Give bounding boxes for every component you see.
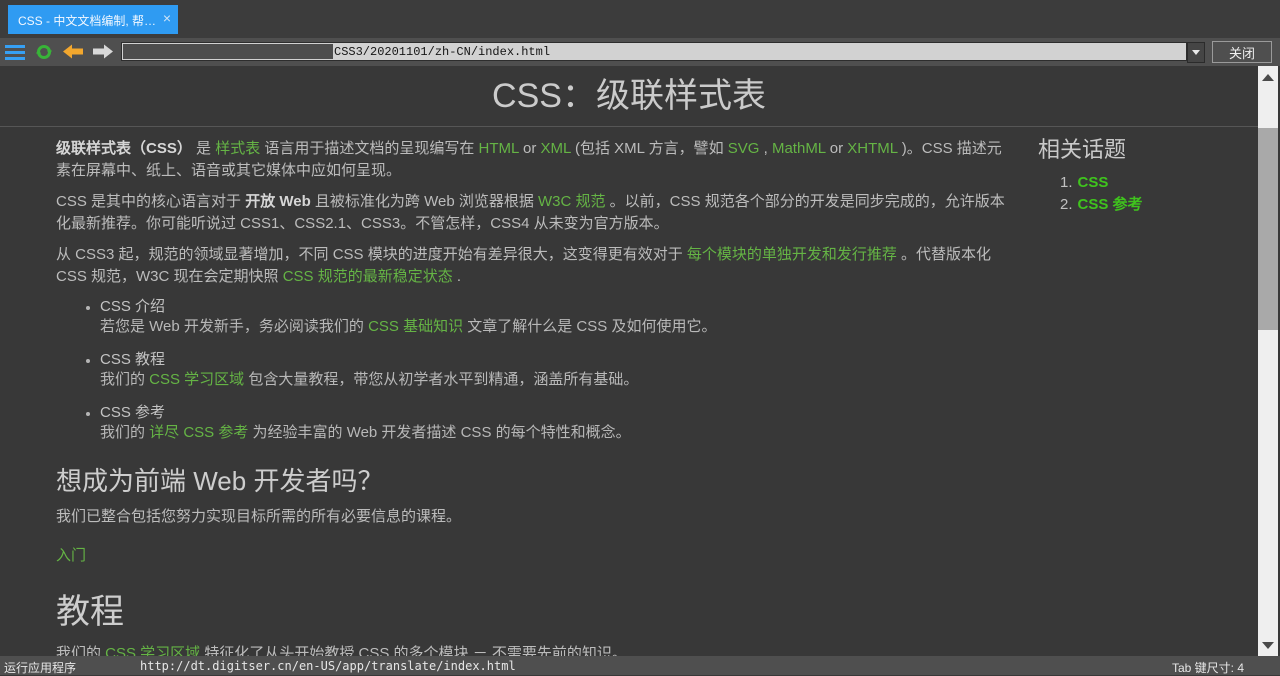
- list-number: 1.: [1060, 174, 1073, 191]
- list-item: CSS 参考 我们的 详尽 CSS 参考 为经验丰富的 Web 开发者描述 CS…: [100, 403, 1011, 443]
- tab-bar: CSS - 中文文档编制, 帮… ×: [0, 0, 1280, 38]
- related-topic-link[interactable]: 1. CSS: [1060, 173, 1208, 193]
- inline-link[interactable]: HTML: [479, 140, 519, 157]
- scrollbar-thumb[interactable]: [1258, 128, 1278, 330]
- scroll-up-icon[interactable]: [1262, 74, 1274, 81]
- tab-title: CSS - 中文文档编制, 帮…: [18, 12, 156, 29]
- page-content: CSS：级联样式表 级联样式表（CSS） 是 样式表 语言用于描述文档的呈现编写…: [0, 66, 1280, 656]
- frontend-paragraph: 我们已整合包括您努力实现目标所需的所有必要信息的课程。: [56, 506, 1011, 528]
- inline-link[interactable]: SVG: [728, 140, 760, 157]
- tab-close-icon[interactable]: ×: [163, 10, 171, 26]
- inline-link[interactable]: CSS 学习区域: [105, 645, 200, 656]
- inline-link[interactable]: CSS 基础知识: [368, 318, 463, 335]
- inline-link[interactable]: XHTML: [847, 140, 897, 157]
- list-item-title: CSS 教程: [100, 350, 1011, 370]
- related-topics-title: 相关话题: [1038, 132, 1208, 164]
- list-item-desc: 我们的 CSS 学习区域 包含大量教程，带您从初学者水平到精通，涵盖所有基础。: [100, 370, 1011, 390]
- intro-paragraph-2: CSS 是其中的核心语言对于 开放 Web 且被标准化为跨 Web 浏览器根据 …: [56, 191, 1011, 235]
- inline-link[interactable]: W3C 规范: [538, 193, 606, 210]
- toolbar: CSS3/20201101/zh-CN/index.html 关闭: [0, 38, 1280, 66]
- status-bar: 运行应用程序 http://dt.digitser.cn/en-US/app/t…: [0, 656, 1280, 675]
- getting-started-link[interactable]: 入门: [56, 544, 1011, 565]
- intro-paragraph-1: 级联样式表（CSS） 是 样式表 语言用于描述文档的呈现编写在 HTML or …: [56, 138, 1011, 182]
- topic-list: CSS 介绍 若您是 Web 开发新手，务必阅读我们的 CSS 基础知识 文章了…: [56, 297, 1011, 443]
- address-text: CSS3/20201101/zh-CN/index.html: [334, 45, 550, 59]
- list-item: CSS 介绍 若您是 Web 开发新手，务必阅读我们的 CSS 基础知识 文章了…: [100, 297, 1011, 337]
- related-topic-link[interactable]: 2. CSS 参考: [1060, 195, 1208, 215]
- inline-link[interactable]: 详尽 CSS 参考: [149, 424, 248, 441]
- list-item-title: CSS 介绍: [100, 297, 1011, 317]
- section-heading-tutorials: 教程: [56, 591, 1011, 633]
- list-item-title: CSS 参考: [100, 403, 1011, 423]
- status-url: http://dt.digitser.cn/en-US/app/translat…: [140, 659, 516, 673]
- browser-tab[interactable]: CSS - 中文文档编制, 帮… ×: [8, 5, 178, 34]
- page-title: CSS：级联样式表: [0, 76, 1258, 127]
- address-selection: [123, 44, 333, 59]
- related-topic-label[interactable]: CSS 参考: [1078, 196, 1143, 213]
- forward-icon[interactable]: [91, 43, 115, 60]
- inline-link[interactable]: 样式表: [215, 140, 260, 157]
- list-number: 2.: [1060, 196, 1073, 213]
- status-tab-size: Tab 键尺寸: 4: [1172, 659, 1244, 676]
- menu-icon[interactable]: [5, 45, 25, 60]
- inline-link[interactable]: CSS 规范的最新稳定状态: [283, 268, 453, 285]
- related-topic-label[interactable]: CSS: [1078, 174, 1109, 191]
- inline-link[interactable]: XML: [541, 140, 571, 157]
- tutorials-paragraph: 我们的 CSS 学习区域 特征化了从头开始教授 CSS 的多个模块 － 不需要先…: [56, 643, 1011, 656]
- list-item-desc: 若您是 Web 开发新手，务必阅读我们的 CSS 基础知识 文章了解什么是 CS…: [100, 317, 1011, 337]
- status-app: 运行应用程序: [4, 659, 76, 676]
- list-item-desc: 我们的 详尽 CSS 参考 为经验丰富的 Web 开发者描述 CSS 的每个特性…: [100, 423, 1011, 443]
- address-bar[interactable]: CSS3/20201101/zh-CN/index.html: [121, 42, 1187, 61]
- document-view: CSS：级联样式表 级联样式表（CSS） 是 样式表 语言用于描述文档的呈现编写…: [0, 66, 1258, 656]
- inline-link[interactable]: CSS 学习区域: [149, 371, 244, 388]
- address-dropdown-button[interactable]: [1187, 42, 1205, 63]
- close-button[interactable]: 关闭: [1212, 41, 1272, 63]
- back-icon[interactable]: [61, 43, 85, 60]
- chevron-down-icon: [1192, 50, 1200, 55]
- inline-link[interactable]: 每个模块的单独开发和发行推荐: [687, 246, 897, 263]
- related-topics: 相关话题 1. CSS 2. CSS 参考: [1038, 132, 1208, 215]
- intro-paragraph-3: 从 CSS3 起，规范的领域显著增加，不同 CSS 模块的进度开始有差异很大，这…: [56, 244, 1011, 288]
- article: 级联样式表（CSS） 是 样式表 语言用于描述文档的呈现编写在 HTML or …: [56, 138, 1011, 656]
- refresh-icon[interactable]: [35, 43, 53, 61]
- inline-link[interactable]: MathML: [772, 140, 826, 157]
- vertical-scrollbar[interactable]: [1258, 66, 1278, 656]
- list-item: CSS 教程 我们的 CSS 学习区域 包含大量教程，带您从初学者水平到精通，涵…: [100, 350, 1011, 390]
- section-heading-frontend: 想成为前端 Web 开发者吗？: [56, 465, 1011, 497]
- scroll-down-icon[interactable]: [1262, 642, 1274, 649]
